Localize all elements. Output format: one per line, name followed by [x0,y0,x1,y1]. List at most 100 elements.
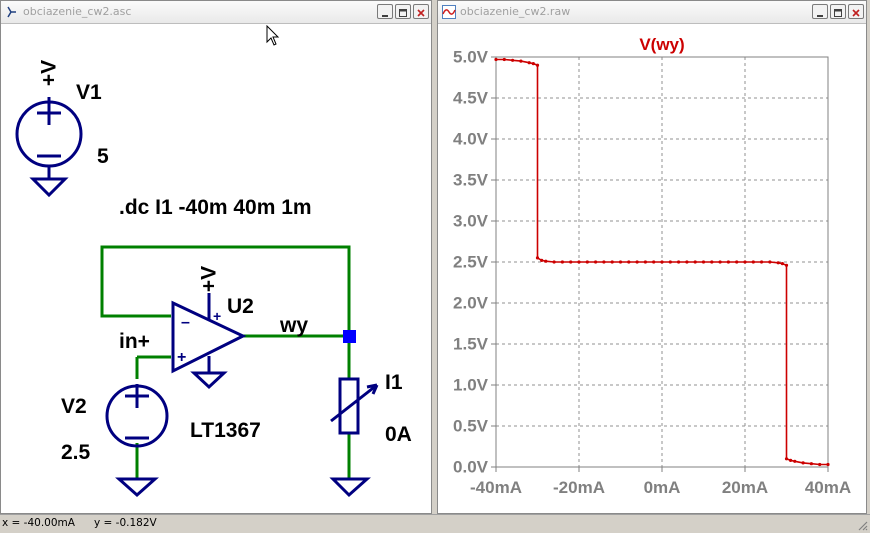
v1-voltage-source[interactable] [15,97,83,198]
u2-supply-label: +V [198,266,221,292]
minimize-button[interactable] [377,4,393,19]
y-tick-label: 1.0V [453,376,489,395]
v2-voltage-source[interactable] [105,384,169,498]
schematic-window-title: obciazenie_cw2.asc [23,5,132,18]
data-point [818,462,822,467]
minimize-icon [382,15,388,17]
u2-inverting-pin-mark: – [181,314,190,331]
schematic-window[interactable]: obciazenie_cw2.asc +V V1 5 .dc I1 -40m 4… [0,0,432,514]
minimize-button[interactable] [812,4,828,19]
data-point [776,261,780,265]
v1-ground-symbol [29,177,69,198]
y-tick-label: 2.0V [453,294,489,313]
status-bar: x = -40.00mA y = -0.182V [0,514,870,533]
data-point [652,260,656,264]
data-point [618,260,623,264]
close-icon [417,9,425,17]
waveform-plot[interactable]: V(wy) 0.0V 0.5V 1.0V 1.5V 2.0V 2.5V 3.0V 3.5V 4.… [438,23,866,513]
y-tick-label: 1.5V [453,335,489,354]
data-point [544,259,548,263]
data-point [502,57,506,62]
data-point [677,260,681,264]
data-point [780,262,784,266]
waveform-icon [442,5,456,19]
v2-name-label: V2 [61,395,87,418]
output-node-junction[interactable] [343,330,356,343]
data-point [701,260,706,264]
data-point [826,462,830,467]
data-point [660,260,664,264]
data-point [760,260,764,264]
minimize-icon [817,15,823,17]
plot-window[interactable]: obciazenie_cw2.raw V(wy) 0.0V 0.5V 1.0V 1.5… [437,0,867,514]
data-point [768,260,772,264]
plot-titlebar[interactable]: obciazenie_cw2.raw [438,1,866,24]
data-point [793,459,797,463]
v1-value-label: 5 [97,145,109,168]
y-tick-label: 3.5V [453,171,489,190]
data-point [527,61,531,65]
data-point [801,461,805,465]
trace-label-v-wy[interactable]: V(wy) [639,35,684,54]
data-point [627,260,631,264]
x-tick-label: 40mA [805,478,851,497]
mouse-cursor-icon [266,25,280,46]
ltspice-schematic-icon [7,6,16,18]
cursor-y-readout: y = -0.182V [94,517,157,529]
resize-grip-icon[interactable] [856,519,868,531]
data-point [789,458,793,462]
net-label-wy[interactable]: wy [279,314,308,337]
maximize-button[interactable] [830,4,846,19]
schematic-titlebar[interactable]: obciazenie_cw2.asc [1,1,431,24]
i1-current-source[interactable] [329,377,379,498]
u2-noninverting-pin-mark: + [177,349,186,366]
net-label-in-plus[interactable]: in+ [119,330,150,353]
data-point [519,59,523,63]
v1-supply-label: +V [38,60,61,86]
u2-name-label: U2 [227,295,254,318]
data-point [718,260,722,264]
data-point [668,260,672,264]
data-point [540,258,544,262]
data-point [602,260,606,264]
data-point [585,260,589,264]
x-tick-label: -20mA [553,478,605,497]
data-point [569,260,573,264]
i1-name-label: I1 [385,371,403,394]
data-point [635,260,639,264]
wires [100,245,351,479]
data-point [809,462,813,466]
data-point [560,260,564,264]
u2-model-label: LT1367 [190,419,261,442]
v2-ground-symbol [115,477,159,498]
maximize-button[interactable] [395,4,411,19]
schematic-drawing[interactable]: +V V1 5 .dc I1 -40m 40m 1m +V – + + U2 L… [1,23,431,513]
data-point [693,260,697,264]
y-tick-label: 5.0V [453,48,489,67]
plot-area[interactable]: V(wy) 0.0V 0.5V 1.0V 1.5V 2.0V 2.5V 3.0V 3.5V 4.… [438,23,866,513]
close-icon [852,9,860,17]
dc-sweep-directive[interactable]: .dc I1 -40m 40m 1m [119,196,312,219]
data-point [643,260,647,264]
u2-ground-symbol [190,371,228,390]
data-point [784,263,789,267]
u2-supply-pin-mark: + [213,308,221,324]
data-point [535,256,540,260]
close-button[interactable] [413,4,429,19]
data-point [535,63,540,67]
v2-value-label: 2.5 [61,441,91,464]
cursor-x-readout: x = -40.00mA [2,517,75,529]
data-point [710,260,714,264]
y-tick-label: 3.0V [453,212,489,231]
x-tick-label: -40mA [470,478,522,497]
schematic-canvas[interactable]: +V V1 5 .dc I1 -40m 40m 1m +V – + + U2 L… [1,23,431,513]
data-point [735,260,739,264]
i1-value-label: 0A [385,423,412,446]
y-tick-label: 4.5V [453,89,489,108]
data-point [784,457,789,461]
maximize-icon [834,9,842,17]
close-button[interactable] [848,4,864,19]
data-point [511,58,515,62]
data-point [577,260,581,264]
data-point [726,260,730,264]
